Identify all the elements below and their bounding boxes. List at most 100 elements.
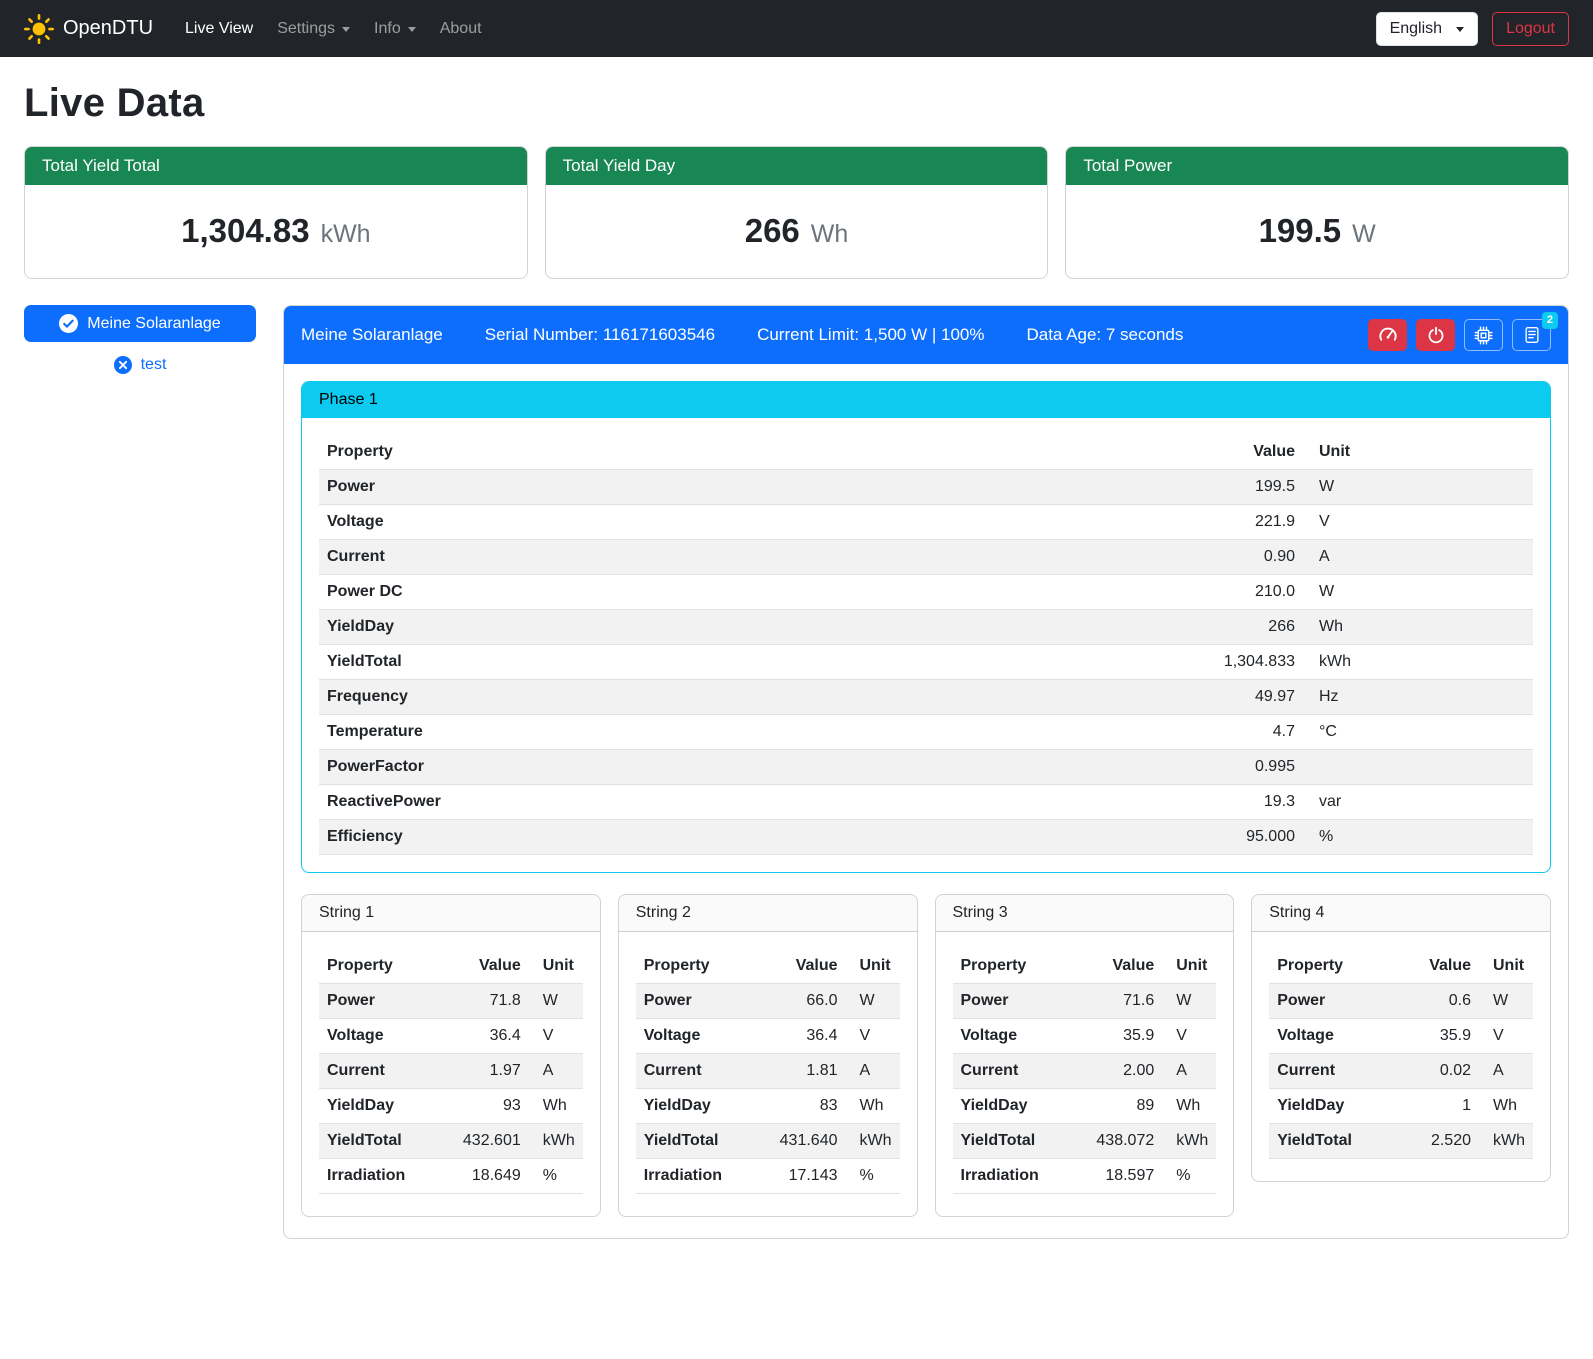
unit-cell: V [1479,1019,1533,1054]
value-cell: 83 [772,1089,846,1124]
unit-cell: % [1162,1159,1216,1194]
phase-panel: Phase 1 Property Value Unit [301,381,1551,873]
property-cell: YieldTotal [1269,1124,1405,1159]
logout-button[interactable]: Logout [1492,12,1569,46]
table-row: Current 2.00 A [953,1054,1217,1089]
property-cell: YieldDay [319,1089,455,1124]
property-cell: Current [953,1054,1089,1089]
column-header-property: Property [319,435,1163,470]
table-row: Power 199.5 W [319,470,1533,505]
phase-panel-body: Property Value Unit Power [302,418,1550,872]
table-row: YieldDay 83 Wh [636,1089,900,1124]
nav-link-settings[interactable]: Settings [267,12,360,46]
table-row: YieldDay 266 Wh [319,610,1533,645]
unit-cell: Wh [529,1089,583,1124]
value-cell: 17.143 [772,1159,846,1194]
value-cell: 66.0 [772,984,846,1019]
table-row: Power 71.8 W [319,984,583,1019]
string-card-body: Property Value Unit Power [619,932,917,1216]
property-cell: PowerFactor [319,750,1163,785]
property-cell: ReactivePower [319,785,1163,820]
card-unit: W [1352,220,1376,249]
table-row: Temperature 4.7 °C [319,715,1533,750]
device-info-button[interactable] [1464,319,1503,351]
card-header: Total Yield Day [546,147,1048,185]
nav-link-settings-label: Settings [277,20,335,38]
property-cell: Efficiency [319,820,1163,855]
event-log-button[interactable]: 2 [1512,319,1551,351]
property-cell: Current [319,540,1163,575]
string-card-2: String 2 Property Value Unit [618,894,918,1217]
table-row: YieldDay 93 Wh [319,1089,583,1124]
value-cell: 18.649 [455,1159,529,1194]
string-table: Property Value Unit Power [319,949,583,1194]
card-unit: kWh [321,220,371,249]
phase-table-body: Power 199.5 W Voltage 221.9 V [319,470,1533,855]
inverter-select-button-test[interactable]: test [103,351,178,379]
string-card-4: String 4 Property Value Unit [1251,894,1551,1182]
value-cell: 49.97 [1163,680,1303,715]
property-cell: YieldDay [319,610,1163,645]
sun-icon [24,14,54,44]
table-row: Current 0.90 A [319,540,1533,575]
table-row: Current 0.02 A [1269,1054,1533,1089]
property-cell: Irradiation [953,1159,1089,1194]
property-cell: Current [319,1054,455,1089]
unit-cell: A [529,1054,583,1089]
inverter-card-body: Phase 1 Property Value Unit [284,364,1568,1238]
power-control-button[interactable] [1416,319,1455,351]
value-cell: 0.995 [1163,750,1303,785]
string-card-1: String 1 Property Value Unit [301,894,601,1217]
main-row: Meine Solaranlage test Meine Solaranlage… [24,305,1569,1239]
column-header-unit: Unit [1303,435,1533,470]
unit-cell: Wh [1303,610,1533,645]
card-unit: Wh [811,220,849,249]
property-cell: Voltage [953,1019,1089,1054]
unit-cell: W [1303,470,1533,505]
unit-cell: Wh [1162,1089,1216,1124]
property-cell: YieldTotal [636,1124,772,1159]
string-table: Property Value Unit Power [636,949,900,1194]
property-cell: Frequency [319,680,1163,715]
table-header-row: Property Value Unit [319,949,583,984]
property-cell: Power [953,984,1089,1019]
value-cell: 221.9 [1163,505,1303,540]
unit-cell: A [1303,540,1533,575]
brand-link[interactable]: OpenDTU [24,14,153,44]
table-header-row: Property Value Unit [953,949,1217,984]
card-value: 1,304.83 [181,212,309,250]
x-circle-icon [114,356,132,374]
table-row: Voltage 36.4 V [319,1019,583,1054]
card-total-yield-day: Total Yield Day 266 Wh [545,146,1049,279]
language-selected-label: English [1390,20,1442,38]
property-cell: YieldDay [1269,1089,1405,1124]
property-cell: YieldDay [953,1089,1089,1124]
nav-link-live-view[interactable]: Live View [175,12,263,46]
property-cell: Power DC [319,575,1163,610]
cpu-icon [1474,326,1493,345]
value-cell: 266 [1163,610,1303,645]
column-header-value: Value [1405,949,1479,984]
table-row: Irradiation 17.143 % [636,1159,900,1194]
value-cell: 93 [455,1089,529,1124]
property-cell: Current [1269,1054,1405,1089]
nav-link-about[interactable]: About [430,12,492,46]
limit-settings-button[interactable] [1368,319,1407,351]
column-header-unit: Unit [529,949,583,984]
card-value: 199.5 [1259,212,1342,250]
unit-cell: W [529,984,583,1019]
value-cell: 36.4 [455,1019,529,1054]
inverter-actions: 2 [1368,319,1551,351]
unit-cell: kWh [846,1124,900,1159]
card-body: 1,304.83 kWh [25,185,527,278]
string-card-3: String 3 Property Value Unit [935,894,1235,1217]
value-cell: 1 [1405,1089,1479,1124]
value-cell: 71.8 [455,984,529,1019]
value-cell: 1.81 [772,1054,846,1089]
language-selector[interactable]: English [1376,12,1478,46]
nav-link-info[interactable]: Info [364,12,426,46]
unit-cell: W [1479,984,1533,1019]
inverter-select-button-active[interactable]: Meine Solaranlage [24,305,256,342]
inverter-sidebar: Meine Solaranlage test [24,305,256,379]
unit-cell: kWh [1479,1124,1533,1159]
